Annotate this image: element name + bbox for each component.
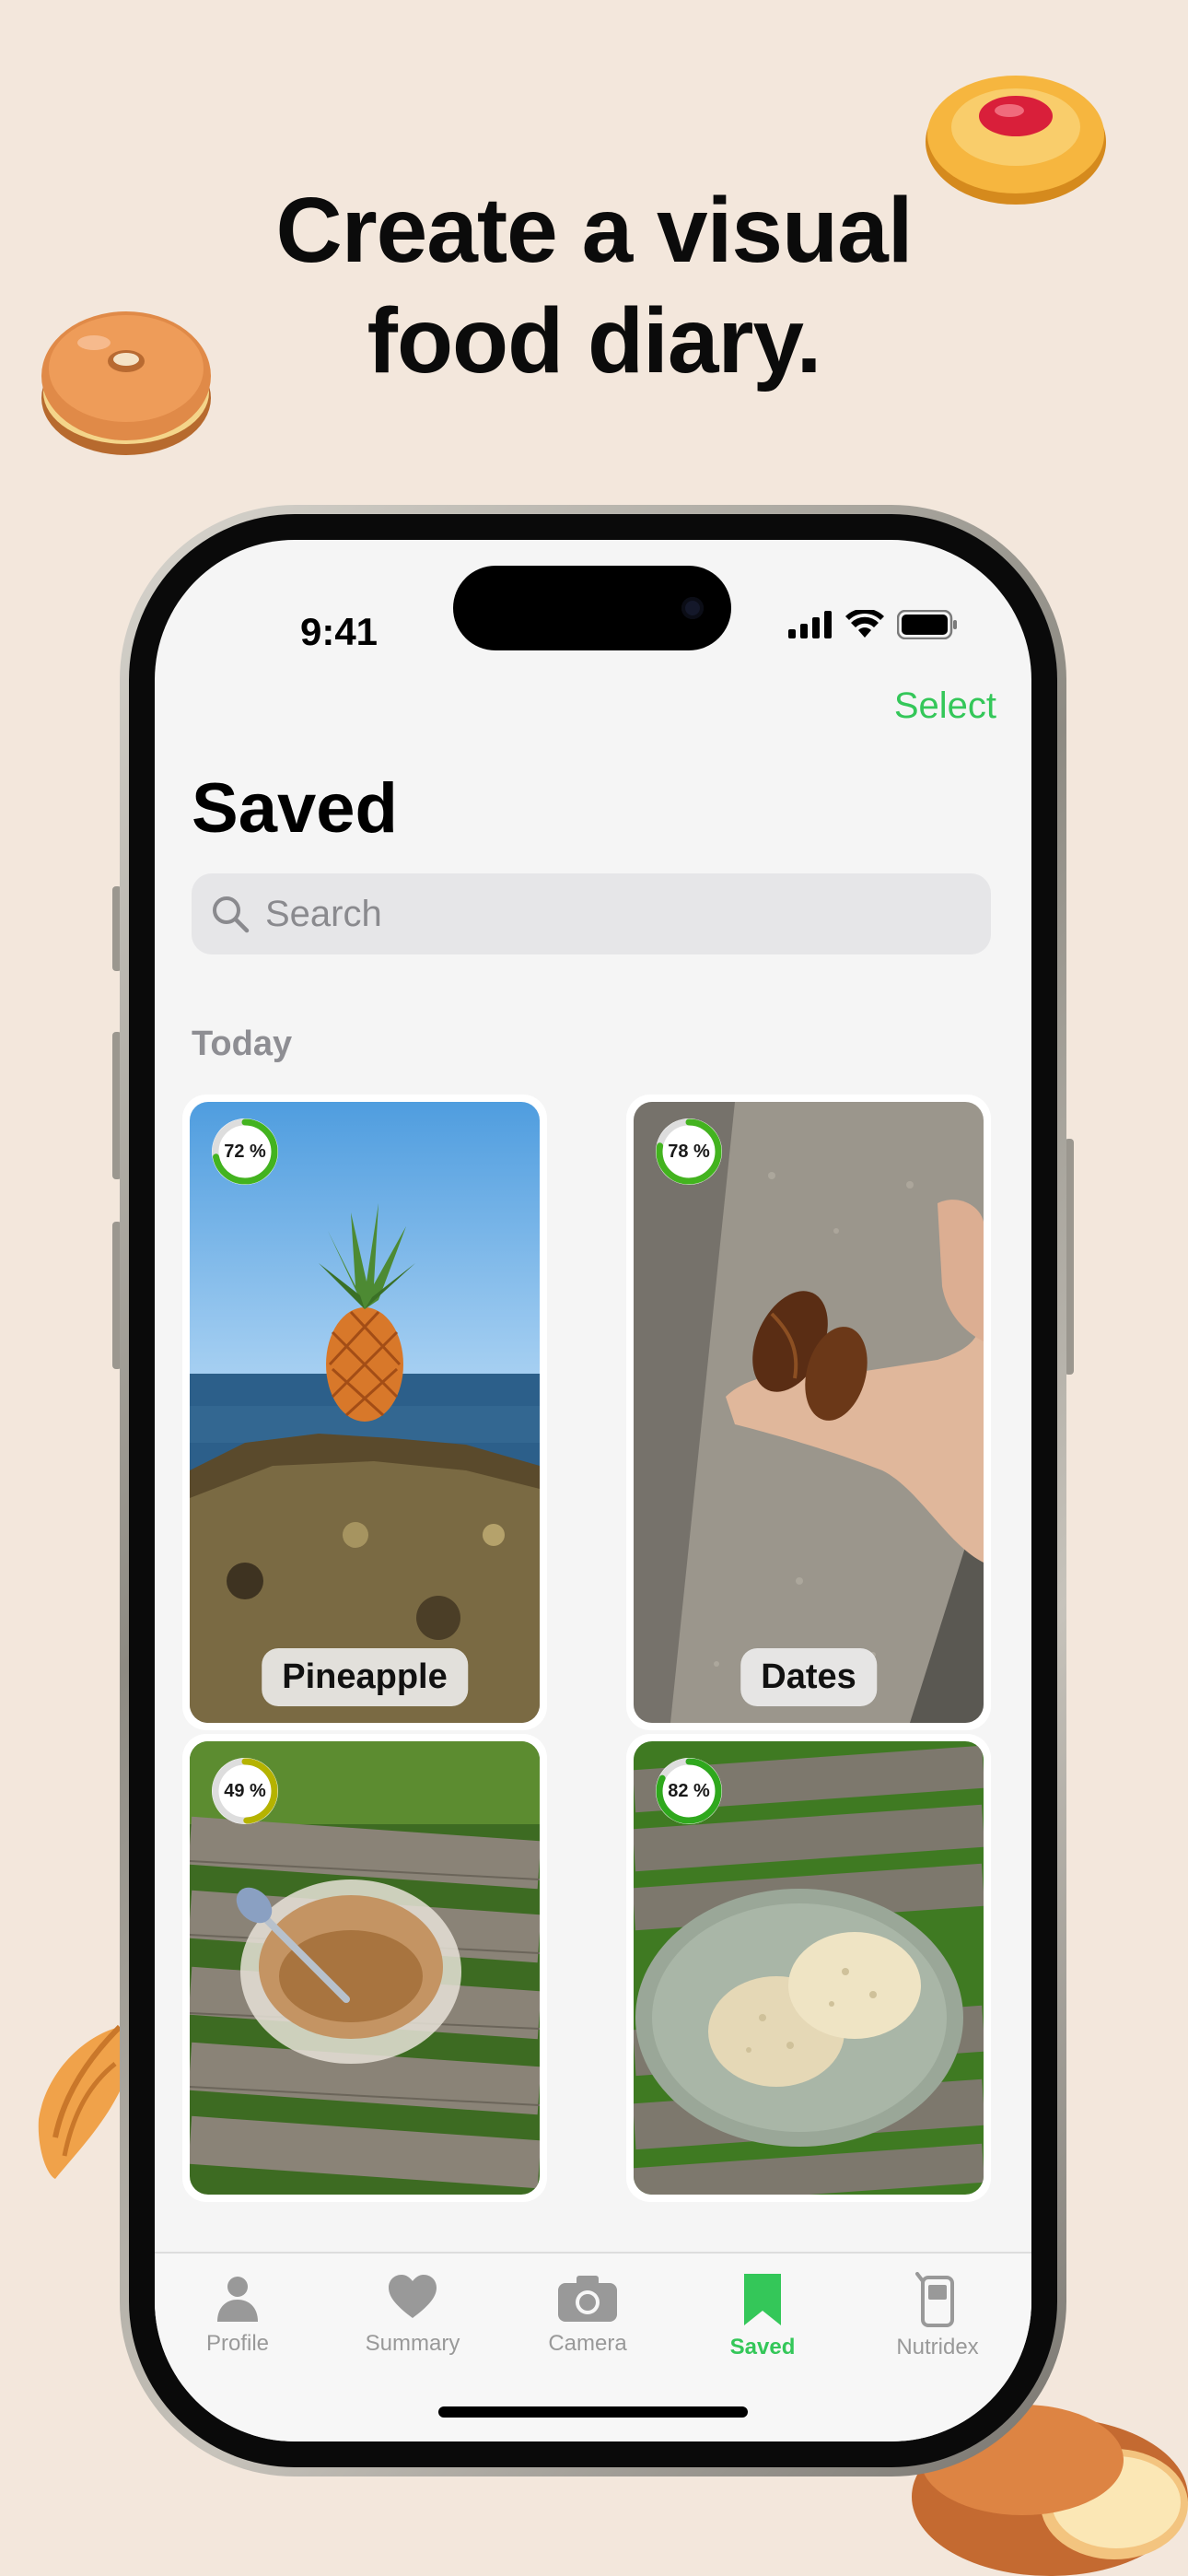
phone-frame: 9:41 Select Saved Search Today 72 % Pine… (120, 505, 1066, 2476)
home-indicator (438, 2406, 748, 2418)
food-photo-3: 49 % (190, 1741, 540, 2195)
app-screen: 9:41 Select Saved Search Today 72 % Pine… (155, 540, 1031, 2441)
tab-saved[interactable]: Saved (680, 2272, 845, 2360)
camera-lens (681, 597, 704, 619)
search-bar[interactable] (192, 873, 991, 954)
search-icon (213, 896, 250, 933)
croissant-illustration (38, 2024, 122, 2179)
select-button[interactable]: Select (894, 685, 996, 727)
jam-pastry-illustration (926, 76, 1106, 205)
bookmark-icon (744, 2274, 781, 2325)
phone-bezel: 9:41 Select Saved Search Today 72 % Pine… (129, 514, 1057, 2467)
score-label-4: 82 % (668, 1780, 710, 1801)
food-label-pineapple: Pineapple (262, 1648, 468, 1706)
food-label-dates: Dates (740, 1648, 877, 1706)
camera-icon (558, 2276, 617, 2322)
food-photo-pineapple: 72 % Pineapple (190, 1102, 540, 1723)
section-label-today: Today (192, 1025, 293, 1063)
page-title: Saved (192, 769, 398, 848)
wifi-icon (845, 610, 884, 638)
food-card-3[interactable]: 49 % (182, 1734, 547, 2202)
battery-icon (897, 610, 957, 639)
dates-photo (634, 1102, 984, 1723)
score-label-pineapple: 72 % (224, 1141, 266, 1162)
tab-profile[interactable]: Profile (155, 2272, 320, 2357)
status-icons (788, 610, 958, 639)
search-input[interactable] (265, 893, 965, 935)
food-photo-dates: 78 % Dates (634, 1102, 984, 1723)
tab-profile-label: Profile (205, 2331, 270, 2356)
bagel-illustration (41, 311, 211, 455)
status-time: 9:41 (299, 610, 379, 653)
tab-summary-label: Summary (365, 2331, 460, 2356)
tab-saved-label: Saved (729, 2335, 796, 2359)
score-label-dates: 78 % (668, 1141, 710, 1162)
person-icon (217, 2277, 258, 2322)
food-card-pineapple[interactable]: 72 % Pineapple (182, 1095, 547, 1730)
tab-nutridex[interactable]: Nutridex (855, 2272, 1020, 2360)
tab-camera[interactable]: Camera (505, 2272, 670, 2357)
dynamic-island (453, 566, 731, 650)
score-label-3: 49 % (224, 1780, 266, 1801)
food-card-4[interactable]: 82 % (626, 1734, 991, 2202)
food-card-dates[interactable]: 78 % Dates (626, 1095, 991, 1730)
heart-icon (389, 2275, 437, 2318)
signal-icon (788, 611, 832, 638)
tab-camera-label: Camera (548, 2331, 627, 2356)
food-photo-4: 82 % (634, 1741, 984, 2195)
tab-bar: Profile Summary Camera Saved Nutridex (155, 2252, 1031, 2441)
nutridex-device-icon (915, 2272, 954, 2327)
tab-summary[interactable]: Summary (330, 2272, 495, 2357)
tab-nutridex-label: Nutridex (896, 2335, 979, 2359)
pineapple-photo (190, 1102, 540, 1723)
